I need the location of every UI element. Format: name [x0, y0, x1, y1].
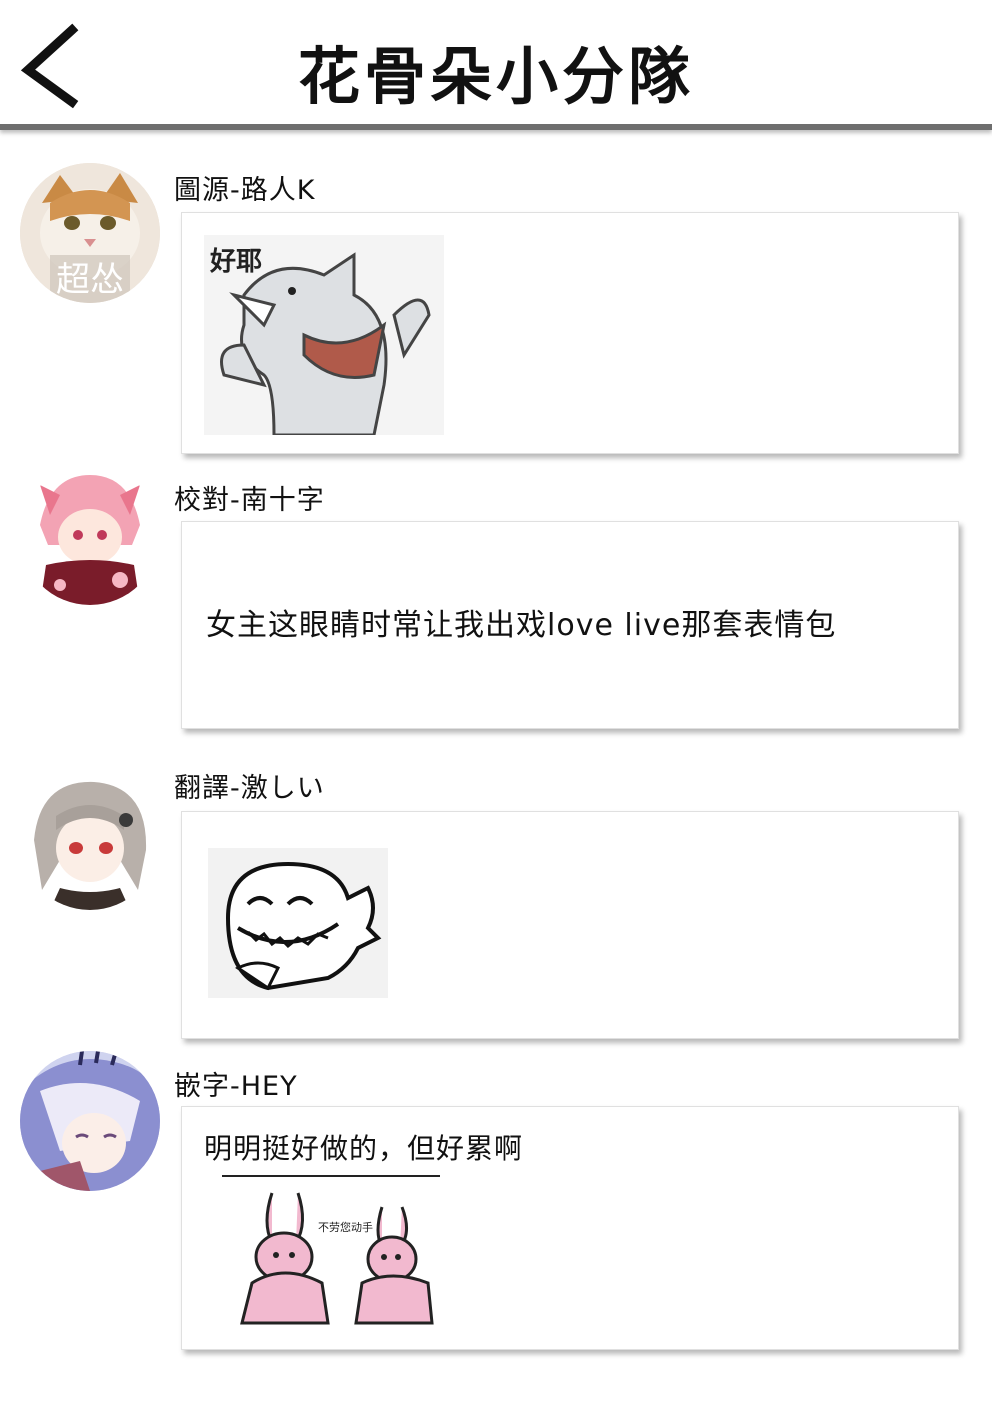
message-bubble: 好耶: [181, 212, 959, 454]
message-text: 女主这眼睛时常让我出戏love live那套表情包: [206, 608, 837, 643]
laughing-dino-sticker[interactable]: [208, 848, 388, 998]
dog-sticker[interactable]: 好耶: [204, 235, 444, 437]
message-text: 明明挺好做的，但好累啊: [204, 1132, 524, 1165]
app-header: 花骨朵小分隊: [0, 0, 992, 130]
author-name: 翻譯-激しい: [174, 773, 325, 804]
divider: [222, 1175, 440, 1177]
author-name: 校對-南十字: [174, 485, 325, 516]
pink-hair-anime-avatar-image: [20, 465, 160, 605]
avatar[interactable]: 超怂: [20, 163, 160, 303]
author-name: 圖源-路人K: [174, 175, 316, 206]
rabbits-sticker[interactable]: 不劳您动手: [232, 1183, 442, 1333]
message-bubble: 女主这眼睛时常让我出戏love live那套表情包: [181, 521, 959, 729]
sticker-caption: 好耶: [210, 247, 263, 277]
avatar[interactable]: [20, 770, 160, 910]
grey-hair-anime-avatar-image: [20, 770, 160, 910]
avatar[interactable]: [20, 1051, 160, 1191]
sticker-caption: 不劳您动手: [318, 1221, 373, 1234]
purple-hair-anime-avatar-image: [20, 1051, 160, 1191]
message-bubble: 明明挺好做的，但好累啊 不劳您动手: [181, 1106, 959, 1350]
page-title: 花骨朵小分隊: [297, 40, 694, 113]
avatar[interactable]: [20, 465, 160, 605]
avatar-overlay-text: 超怂: [56, 260, 124, 300]
author-name: 嵌字-HEY: [174, 1071, 298, 1102]
message-bubble: [181, 811, 959, 1039]
cat-avatar-image: 超怂: [20, 163, 160, 303]
